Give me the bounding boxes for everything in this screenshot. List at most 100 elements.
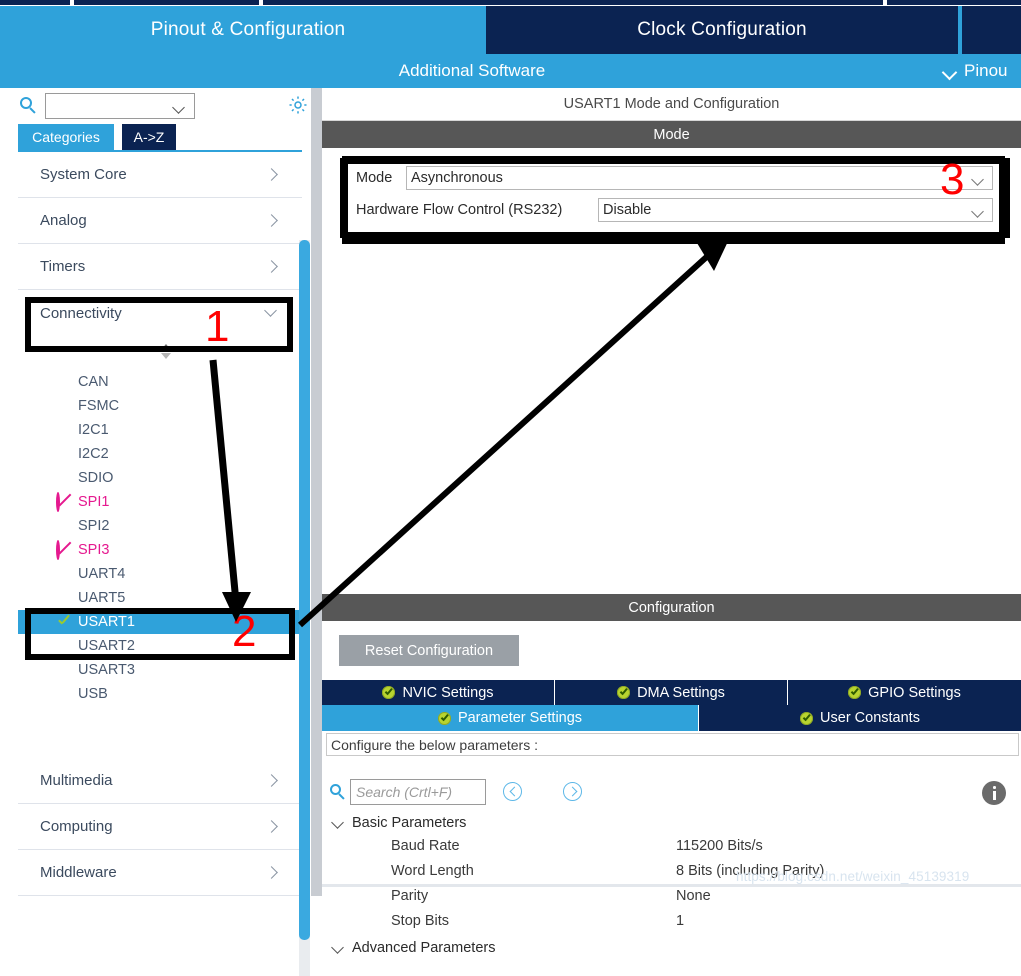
tab-pinout-label: Pinout & Configuration xyxy=(150,19,346,40)
chevron-right-icon xyxy=(266,260,276,272)
chevron-right-icon xyxy=(266,820,276,832)
chevron-right-icon xyxy=(266,866,276,878)
chevron-down-icon[interactable] xyxy=(174,103,185,110)
tab-dma-settings[interactable]: DMA Settings xyxy=(555,680,788,705)
list-item-label: UART5 xyxy=(78,590,126,606)
parameter-group-basic[interactable]: Basic Parameters xyxy=(326,810,1019,835)
search-input[interactable] xyxy=(50,96,164,118)
info-icon[interactable] xyxy=(982,781,1006,805)
search-previous-button[interactable] xyxy=(503,782,522,801)
tab-third-partial[interactable] xyxy=(962,6,1021,54)
watermark-text: https://blog.csdn.net/weixin_45139319 xyxy=(736,869,970,884)
main-tabbar: Pinout & Configuration Clock Configurati… xyxy=(0,6,1021,54)
page-title: USART1 Mode and Configuration xyxy=(322,88,1021,121)
tab-a-to-z-label: A->Z xyxy=(133,129,165,145)
sidebar-item-system-core[interactable]: System Core xyxy=(18,152,302,198)
no-entry-icon xyxy=(56,540,72,560)
sidebar-search-row xyxy=(0,88,320,124)
partial-tab-4 xyxy=(887,0,1021,5)
tab-a-to-z[interactable]: A->Z xyxy=(122,124,176,150)
pinout-menu-label: Pinou xyxy=(964,61,1008,80)
configuration-section-band: Configuration xyxy=(322,594,1021,621)
check-circle-icon xyxy=(437,711,451,725)
list-item-usb[interactable]: USB xyxy=(18,682,302,706)
tab-pinout-configuration[interactable]: Pinout & Configuration xyxy=(12,6,484,54)
sidebar-item-timers[interactable]: Timers xyxy=(18,244,302,290)
tab-gpio-settings[interactable]: GPIO Settings xyxy=(788,680,1021,705)
table-row[interactable]: Stop Bits 1 xyxy=(326,910,1019,935)
annotation-box-3 xyxy=(340,158,1010,238)
check-circle-icon xyxy=(382,686,396,699)
list-item-label: CAN xyxy=(78,374,109,390)
sidebar-item-multimedia[interactable]: Multimedia xyxy=(18,758,302,804)
list-item-label: SPI3 xyxy=(78,542,110,558)
sidebar-item-analog[interactable]: Analog xyxy=(18,198,302,244)
list-item-fsmc[interactable]: FSMC xyxy=(18,394,302,418)
list-item-spi2[interactable]: SPI2 xyxy=(18,514,302,538)
list-item-uart5[interactable]: UART5 xyxy=(18,586,302,610)
table-row[interactable]: Baud Rate 115200 Bits/s xyxy=(326,835,1019,860)
parameter-value: None xyxy=(676,888,711,904)
sidebar-item-computing[interactable]: Computing xyxy=(18,804,302,850)
list-item-spi3[interactable]: SPI3 xyxy=(18,538,302,562)
sidebar-scrollbar-thumb[interactable] xyxy=(299,240,310,940)
tab-clock-configuration[interactable]: Clock Configuration xyxy=(486,6,958,54)
sidebar-item-label: Multimedia xyxy=(40,772,113,789)
table-row[interactable]: Parity None xyxy=(326,885,1019,910)
configuration-band-label: Configuration xyxy=(628,599,715,616)
sidebar-item-label: Middleware xyxy=(40,864,117,881)
list-item-can[interactable]: CAN xyxy=(18,370,302,394)
sidebar-item-label: Timers xyxy=(40,258,86,275)
list-item-label: SDIO xyxy=(78,470,114,486)
search-next-button[interactable] xyxy=(563,782,582,801)
pinout-menu-button[interactable]: Pinou xyxy=(944,54,1007,88)
list-item-spi1[interactable]: SPI1 xyxy=(18,490,302,514)
list-item-uart4[interactable]: UART4 xyxy=(18,562,302,586)
category-tree: System Core Analog Timers Connectivity C… xyxy=(18,150,302,896)
check-circle-icon xyxy=(617,686,631,699)
tab-user-constants[interactable]: User Constants xyxy=(699,705,1021,731)
list-item-usart3[interactable]: USART3 xyxy=(18,658,302,682)
chevron-down-icon xyxy=(332,818,344,827)
stm32cubemx-window: Pinout & Configuration Clock Configurati… xyxy=(0,0,1021,976)
parameter-name: Word Length xyxy=(391,863,474,879)
sidebar-item-label: Analog xyxy=(40,212,87,229)
search-icon xyxy=(330,784,346,800)
additional-software-label: Additional Software xyxy=(398,61,546,80)
list-item-label: SPI2 xyxy=(78,518,110,534)
tab-nvic-settings[interactable]: NVIC Settings xyxy=(322,680,555,705)
annotation-number-3: 3 xyxy=(940,155,965,204)
parameter-search-row xyxy=(322,776,1021,810)
parameter-group-advanced[interactable]: Advanced Parameters xyxy=(326,935,1019,960)
component-sidebar: Categories A->Z System Core Analog Timer… xyxy=(0,88,320,976)
tab-user-constants-label: User Constants xyxy=(820,710,920,726)
tab-gpio-settings-label: GPIO Settings xyxy=(868,684,961,701)
parameter-table: Basic Parameters Baud Rate 115200 Bits/s… xyxy=(326,810,1019,970)
sidebar-search-combo[interactable] xyxy=(45,93,195,119)
tab-dma-settings-label: DMA Settings xyxy=(637,684,725,701)
panel-bottom-divider xyxy=(322,884,1021,887)
sidebar-item-middleware[interactable]: Middleware xyxy=(18,850,302,896)
tab-clock-label: Clock Configuration xyxy=(637,19,807,40)
reset-configuration-button[interactable]: Reset Configuration xyxy=(339,635,519,666)
tab-categories[interactable]: Categories xyxy=(18,124,114,150)
list-gap xyxy=(18,706,302,758)
gear-icon[interactable] xyxy=(288,95,308,115)
tab-nvic-settings-label: NVIC Settings xyxy=(402,684,494,701)
tab-categories-label: Categories xyxy=(32,129,100,145)
list-item-i2c2[interactable]: I2C2 xyxy=(18,442,302,466)
annotation-box-1 xyxy=(25,297,293,352)
list-item-i2c1[interactable]: I2C1 xyxy=(18,418,302,442)
search-icon xyxy=(20,97,37,114)
parameter-search-input[interactable] xyxy=(351,780,485,804)
tab-parameter-settings[interactable]: Parameter Settings xyxy=(322,705,699,731)
parameter-search-field[interactable] xyxy=(350,779,486,805)
chevron-right-icon xyxy=(266,168,276,180)
configure-note-label: Configure the below parameters : xyxy=(331,736,538,753)
list-item-label: FSMC xyxy=(78,398,120,414)
list-item-sdio[interactable]: SDIO xyxy=(18,466,302,490)
mode-band-label: Mode xyxy=(653,126,690,143)
annotation-number-1: 1 xyxy=(205,302,230,351)
additional-software-button[interactable]: Additional Software xyxy=(0,54,944,88)
parameter-value: 115200 Bits/s xyxy=(676,838,763,854)
